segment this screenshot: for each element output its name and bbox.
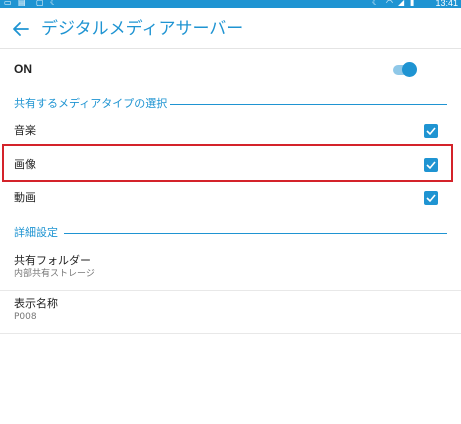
setting-value: P008 — [14, 312, 37, 322]
media-item-label: 動画 — [14, 191, 36, 204]
music-checkbox[interactable] — [424, 124, 438, 138]
master-switch-row[interactable]: ON — [0, 50, 461, 90]
setting-label: 共有フォルダー — [14, 254, 91, 267]
master-switch-label: ON — [14, 62, 32, 76]
checkmark-icon — [426, 194, 436, 203]
master-toggle[interactable] — [393, 61, 417, 79]
back-button[interactable] — [9, 17, 33, 41]
media-item-label: 音楽 — [14, 124, 36, 137]
page-title: デジタルメディアサーバー — [41, 19, 244, 39]
media-item-music[interactable]: 音楽 — [0, 116, 461, 146]
display-name-setting[interactable]: 表示名称 P008 — [0, 291, 461, 334]
image-icon: ▢ — [36, 0, 44, 7]
section-divider — [170, 104, 447, 105]
setting-value: 内部共有ストレージ — [14, 269, 95, 279]
moon-icon: ☾ — [50, 0, 58, 7]
media-item-label: 画像 — [14, 158, 36, 171]
arrow-left-icon — [13, 22, 29, 36]
detail-section-title: 詳細設定 — [14, 226, 62, 240]
toggle-thumb — [402, 62, 417, 77]
media-section-title: 共有するメディアタイプの選択 — [14, 97, 172, 111]
image-checkbox[interactable] — [424, 158, 438, 172]
app-bar: デジタルメディアサーバー — [0, 8, 461, 49]
shared-folder-setting[interactable]: 共有フォルダー 内部共有ストレージ — [0, 248, 461, 291]
screenshot-icon: ▭ — [4, 0, 12, 7]
checkmark-icon — [426, 161, 436, 170]
clock: 13:41 — [435, 0, 458, 8]
battery-icon: ▮ — [410, 0, 415, 7]
wifi-icon: ◠ — [386, 0, 393, 7]
media-item-video[interactable]: 動画 — [0, 183, 461, 213]
signal-icon: ◢ — [398, 0, 405, 7]
sd-card-icon: ▤ — [18, 0, 26, 7]
setting-label: 表示名称 — [14, 297, 58, 310]
media-item-image[interactable]: 画像 — [0, 150, 461, 180]
section-divider — [64, 233, 447, 234]
moon-icon: ☾ — [372, 0, 380, 7]
video-checkbox[interactable] — [424, 191, 438, 205]
checkmark-icon — [426, 127, 436, 136]
status-bar: ▭ ▤ ▢ ☾ ☾ ◠ ◢ ▮ 13:41 — [0, 0, 461, 8]
